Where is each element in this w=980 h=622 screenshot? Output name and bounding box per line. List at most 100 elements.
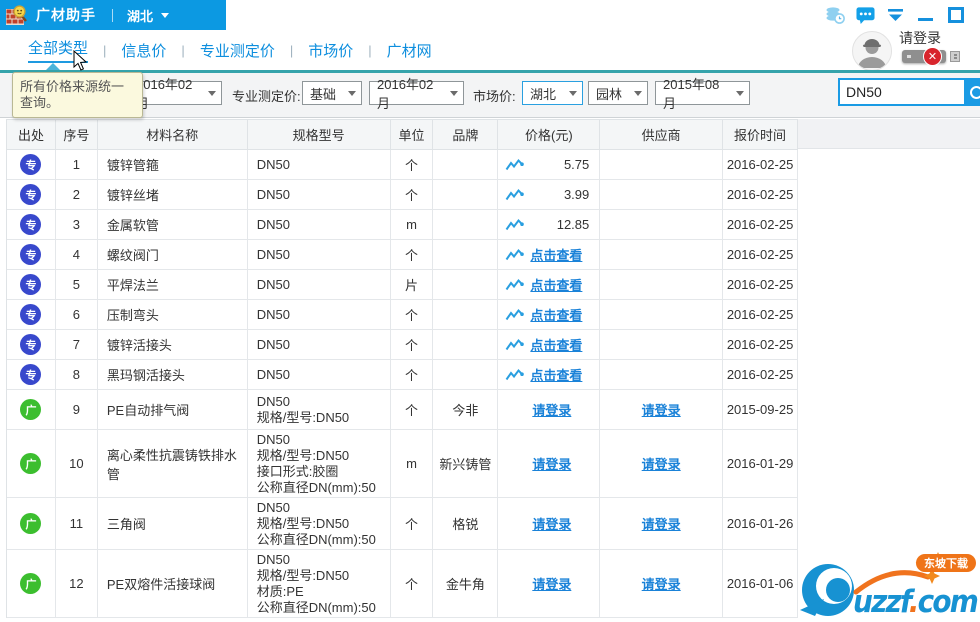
table-row: 专 1 镀锌管箍 DN50 个 5.75 2016-02-25 [7, 150, 799, 180]
trend-chart-icon[interactable] [505, 278, 525, 292]
price-cell: 点击查看 [498, 330, 601, 360]
column-header: 序号 [55, 120, 98, 150]
spec-cell: DN50 [247, 240, 391, 270]
price-login-link[interactable]: 请登录 [532, 574, 571, 593]
brand-cell: 格锐 [433, 498, 499, 550]
active-tab-arrow-icon [46, 63, 60, 70]
search-icon [970, 86, 980, 99]
nav-tabs: 全部类型 | 信息价 | 专业测定价 | 市场价 | 广材网 [0, 30, 840, 70]
table-header-row: 出处 序号 材料名称 规格型号 单位 品牌 价格(元) 供应商 报价时间 [7, 120, 799, 150]
minimize-button[interactable] [916, 6, 935, 24]
price-value: 12.85 [556, 217, 590, 232]
market-region-dropdown[interactable]: 湖北 [522, 81, 583, 105]
nav-tab[interactable]: 专业测定价 [200, 40, 275, 61]
supplier-cell [600, 270, 724, 300]
seq-cell: 9 [55, 390, 98, 430]
material-name-cell: 螺纹阀门 [97, 240, 248, 270]
unit-cell: 个 [390, 550, 434, 618]
source-badge: 广 [20, 453, 42, 474]
trend-chart-icon[interactable] [505, 338, 525, 352]
view-price-link[interactable]: 点击查看 [530, 275, 582, 294]
unit-cell: 个 [390, 300, 434, 330]
nav-separator: | [368, 42, 372, 58]
trend-chart-icon[interactable] [505, 248, 525, 262]
region-caret-icon [161, 13, 170, 22]
supplier-login-link[interactable]: 请登录 [642, 400, 681, 419]
search-button[interactable] [966, 78, 980, 106]
column-header: 规格型号 [247, 120, 391, 150]
trend-chart-icon[interactable] [505, 218, 525, 232]
login-button[interactable]: 请登录 [899, 28, 941, 48]
source-cell: 广 [7, 498, 56, 550]
view-price-link[interactable]: 点击查看 [530, 245, 582, 264]
nav-tab[interactable]: 信息价 [121, 40, 166, 61]
supplier-login-link[interactable]: 请登录 [642, 514, 681, 533]
date-cell: 2016-02-25 [723, 210, 799, 240]
trend-chart-icon[interactable] [505, 308, 525, 322]
source-cell: 广 [7, 550, 56, 618]
supplier-login-link[interactable]: 请登录 [642, 574, 681, 593]
material-name-cell: PE双熔件活接球阀 [97, 550, 248, 618]
trend-chart-icon[interactable] [505, 188, 525, 202]
dropdown-caret-icon [736, 91, 744, 100]
table-row: 专 5 平焊法兰 DN50 片 点击查看 2016-02-25 [7, 270, 799, 300]
spec-cell: DN50 [247, 270, 391, 300]
pro-price-type-dropdown[interactable]: 基础 [302, 81, 362, 105]
seq-cell: 3 [55, 210, 98, 240]
price-cell: 点击查看 [498, 360, 601, 390]
app-title: 广材助手 [36, 7, 96, 23]
view-price-link[interactable]: 点击查看 [530, 335, 582, 354]
brand-cell [433, 330, 499, 360]
data-history-icon[interactable] [826, 6, 845, 24]
source-cell: 专 [7, 240, 56, 270]
table-row: 专 7 镀锌活接头 DN50 个 点击查看 2016-02-25 [7, 330, 799, 360]
material-name-cell: 黑玛钢活接头 [97, 360, 248, 390]
market-category-dropdown[interactable]: 园林 [588, 81, 648, 105]
view-price-link[interactable]: 点击查看 [530, 305, 582, 324]
supplier-cell: 请登录 [600, 430, 724, 498]
material-name-cell: 三角阀 [97, 498, 248, 550]
source-badge: 专 [20, 334, 42, 355]
price-login-link[interactable]: 请登录 [532, 454, 571, 473]
column-header: 品牌 [433, 120, 499, 150]
trend-chart-icon[interactable] [505, 158, 525, 172]
nav-tab[interactable]: 市场价 [308, 40, 353, 61]
region-selector[interactable]: 湖北 [127, 6, 170, 25]
maximize-button[interactable] [946, 6, 965, 24]
table-row: 专 6 压制弯头 DN50 个 点击查看 2016-02-25 [7, 300, 799, 330]
unit-cell: 个 [390, 150, 434, 180]
material-name-cell: 平焊法兰 [97, 270, 248, 300]
view-price-link[interactable]: 点击查看 [530, 365, 582, 384]
seq-cell: 4 [55, 240, 98, 270]
tooltip: 所有价格来源统一查询。 [12, 72, 143, 118]
unit-cell: 个 [390, 498, 434, 550]
watermark-logo-icon [800, 564, 854, 616]
seq-cell: 8 [55, 360, 98, 390]
source-cell: 专 [7, 180, 56, 210]
brand-cell [433, 180, 499, 210]
message-icon[interactable] [856, 6, 875, 24]
market-month-dropdown[interactable]: 2015年08月 [655, 77, 750, 111]
seq-cell: 10 [55, 430, 98, 498]
pro-price-month-dropdown[interactable]: 2016年02月 [369, 77, 464, 111]
spec-cell: DN50 [247, 300, 391, 330]
filter-bar: 2016年02月 专业测定价: 基础 2016年02月 市场价: 湖北 园林 2… [0, 73, 980, 118]
spec-cell: DN50 [247, 180, 391, 210]
price-cell: 3.99 [498, 180, 601, 210]
table-row: 专 2 镀锌丝堵 DN50 个 3.99 2016-02-25 [7, 180, 799, 210]
dropdown-caret-icon [348, 91, 356, 100]
date-cell: 2016-02-25 [723, 330, 799, 360]
collapse-icon[interactable] [886, 6, 905, 24]
spec-cell: DN50 规格/型号:DN50 [247, 390, 391, 430]
source-cell: 专 [7, 300, 56, 330]
avatar[interactable] [852, 31, 892, 71]
header-extension [798, 119, 980, 149]
source-badge: 专 [20, 214, 42, 235]
price-login-link[interactable]: 请登录 [532, 400, 571, 419]
price-login-link[interactable]: 请登录 [532, 514, 571, 533]
supplier-login-link[interactable]: 请登录 [642, 454, 681, 473]
nav-tab[interactable]: 广材网 [387, 40, 432, 61]
search-input[interactable] [838, 78, 966, 106]
trend-chart-icon[interactable] [505, 368, 525, 382]
source-cell: 专 [7, 330, 56, 360]
